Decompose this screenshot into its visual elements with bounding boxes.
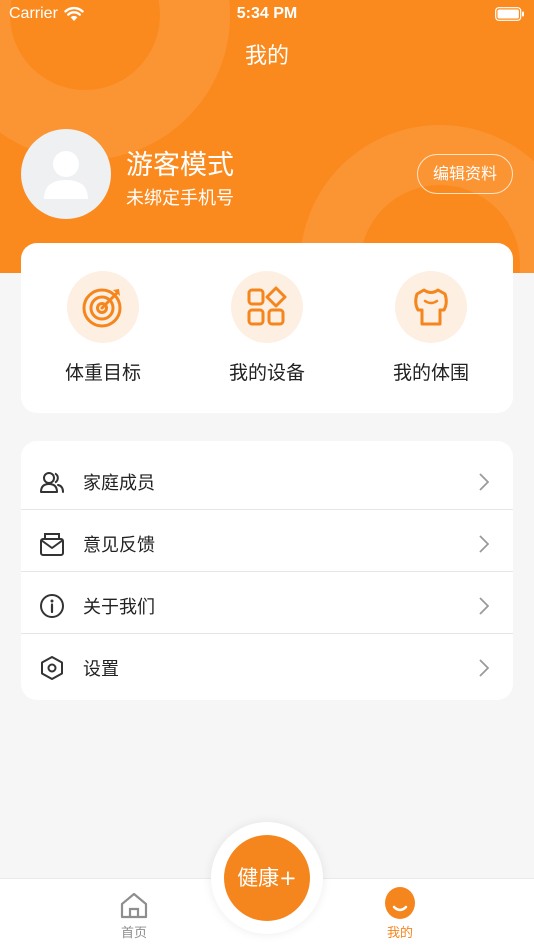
phone-binding-status[interactable]: 未绑定手机号 <box>126 184 234 210</box>
menu-item-label: 关于我们 <box>83 597 155 618</box>
menu-divider <box>21 633 513 634</box>
settings-menu: 家庭成员 意见反馈 关于我们 设置 <box>21 441 513 700</box>
status-time: 5:34 PM <box>236 5 298 22</box>
menu-divider <box>21 571 513 572</box>
tab-label: 我的 <box>386 926 413 941</box>
icon-badge <box>67 271 139 343</box>
avatar[interactable] <box>21 129 111 219</box>
quick-action-label: 体重目标 <box>64 362 141 384</box>
status-bar: Carrier 5:34 PM <box>0 0 534 30</box>
health-plus-button[interactable]: 健康+ <box>224 835 310 921</box>
quick-actions-card: 体重目标 我的设备 我的体围 <box>21 243 513 413</box>
my-devices-item[interactable]: 我的设备 <box>185 243 349 413</box>
quick-action-label: 我的设备 <box>228 362 305 384</box>
user-name: 游客模式 <box>126 150 234 181</box>
mine-face-icon <box>385 887 415 919</box>
tab-label: 首页 <box>120 926 147 941</box>
target-icon <box>82 288 122 328</box>
chevron-right-icon <box>479 473 489 491</box>
chevron-right-icon <box>479 597 489 615</box>
menu-divider <box>21 509 513 510</box>
icon-badge <box>231 271 303 343</box>
tab-mine[interactable]: 我的 <box>355 879 445 950</box>
profile-header: Carrier 5:34 PM 我的 游客模式 未绑定手机号 编辑资料 <box>0 0 534 273</box>
menu-item-label: 家庭成员 <box>83 473 155 494</box>
quick-action-label: 我的体围 <box>392 362 469 384</box>
menu-item-settings[interactable]: 设置 <box>21 637 513 699</box>
body-measure-icon <box>414 288 448 326</box>
body-measurements-item[interactable]: 我的体围 <box>349 243 513 413</box>
battery-icon <box>495 7 524 21</box>
weight-goal-item[interactable]: 体重目标 <box>21 243 185 413</box>
tab-home[interactable]: 首页 <box>89 879 179 950</box>
chevron-right-icon <box>479 659 489 677</box>
icon-badge <box>395 271 467 343</box>
menu-item-about-us[interactable]: 关于我们 <box>21 575 513 637</box>
menu-item-label: 意见反馈 <box>83 535 155 556</box>
page-title: 我的 <box>244 44 289 69</box>
family-members-icon <box>40 472 64 493</box>
home-icon <box>120 892 148 919</box>
info-icon <box>40 594 64 618</box>
menu-item-feedback[interactable]: 意见反馈 <box>21 513 513 575</box>
menu-item-label: 设置 <box>83 659 119 680</box>
devices-icon <box>247 286 287 326</box>
chevron-right-icon <box>479 535 489 553</box>
feedback-mail-icon <box>40 533 64 556</box>
edit-profile-button[interactable]: 编辑资料 <box>417 154 513 194</box>
default-user-icon <box>44 151 88 199</box>
menu-item-family-members[interactable]: 家庭成员 <box>21 451 513 513</box>
settings-hexagon-icon <box>41 656 63 680</box>
